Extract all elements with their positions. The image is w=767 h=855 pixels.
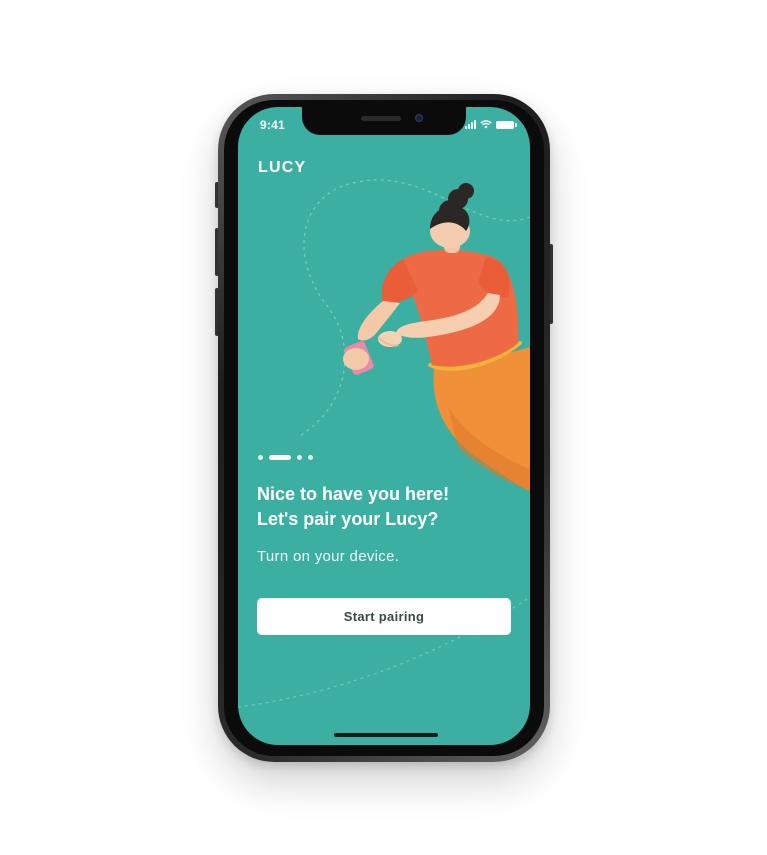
- onboarding-headline: Nice to have you here! Let's pair your L…: [257, 482, 517, 532]
- speaker: [361, 116, 401, 121]
- status-time: 9:41: [260, 118, 285, 132]
- page-dot-active[interactable]: [269, 455, 291, 460]
- mockup-stage: 9:41 LUCY Nice to have you here! Let's p…: [0, 0, 767, 855]
- start-pairing-button[interactable]: Start pairing: [257, 598, 511, 635]
- headline-line-1: Nice to have you here!: [257, 484, 450, 504]
- page-dot[interactable]: [258, 455, 263, 460]
- onboarding-subtitle: Turn on your device.: [257, 548, 400, 565]
- battery-icon: [496, 121, 517, 129]
- wifi-icon: [480, 120, 492, 129]
- page-dot[interactable]: [297, 455, 302, 460]
- woman-with-phone-illustration: [238, 179, 530, 708]
- notch: [302, 107, 466, 135]
- app-screen: 9:41 LUCY Nice to have you here! Let's p…: [238, 107, 530, 745]
- signal-icon: [465, 120, 476, 129]
- headline-line-2: Let's pair your Lucy?: [257, 509, 439, 529]
- page-dot[interactable]: [308, 455, 313, 460]
- front-camera: [415, 114, 423, 122]
- status-icons: [465, 120, 517, 129]
- app-logo: LUCY: [258, 159, 307, 176]
- page-indicator: [258, 455, 313, 460]
- home-indicator[interactable]: [334, 733, 438, 737]
